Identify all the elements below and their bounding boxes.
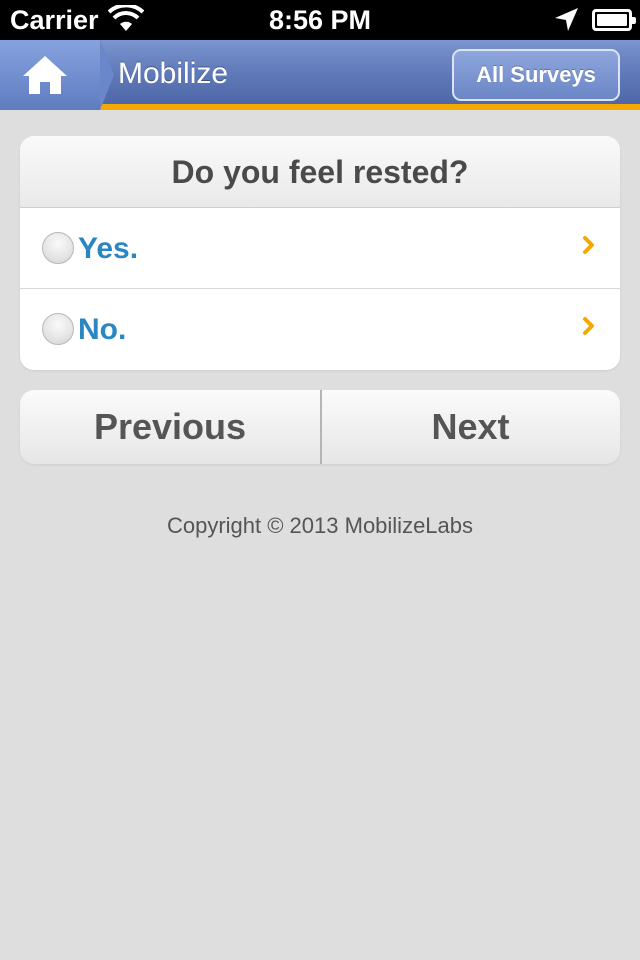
home-button[interactable] bbox=[0, 40, 114, 110]
battery-icon bbox=[592, 9, 636, 31]
app-title: Mobilize bbox=[118, 57, 229, 90]
option-yes[interactable]: Yes. bbox=[20, 208, 620, 289]
app-header: Mobilize All Surveys bbox=[0, 40, 640, 110]
chevron-right-icon bbox=[583, 317, 594, 335]
copyright-text: Copyright © 2013 MobilizeLabs bbox=[166, 513, 474, 538]
option-label: No. bbox=[78, 313, 127, 346]
next-button[interactable]: Next bbox=[321, 390, 620, 464]
question-text: Do you feel rested? bbox=[20, 136, 620, 208]
question-card: Do you feel rested? Yes. No. bbox=[20, 136, 620, 370]
status-time: 8:56 PM bbox=[268, 5, 372, 35]
all-surveys-button[interactable]: All Surveys bbox=[452, 49, 620, 101]
option-label: Yes. bbox=[78, 232, 139, 265]
radio-button-yes[interactable] bbox=[42, 232, 74, 264]
previous-button[interactable]: Previous bbox=[20, 390, 320, 464]
status-bar: Carrier 8:56 PM bbox=[0, 0, 640, 40]
survey-navigation: Previous Next bbox=[20, 390, 620, 464]
radio-button-no[interactable] bbox=[42, 313, 74, 345]
location-arrow-icon bbox=[555, 8, 578, 31]
home-icon bbox=[23, 56, 67, 94]
option-no[interactable]: No. bbox=[20, 289, 620, 370]
chevron-right-icon bbox=[583, 236, 594, 254]
